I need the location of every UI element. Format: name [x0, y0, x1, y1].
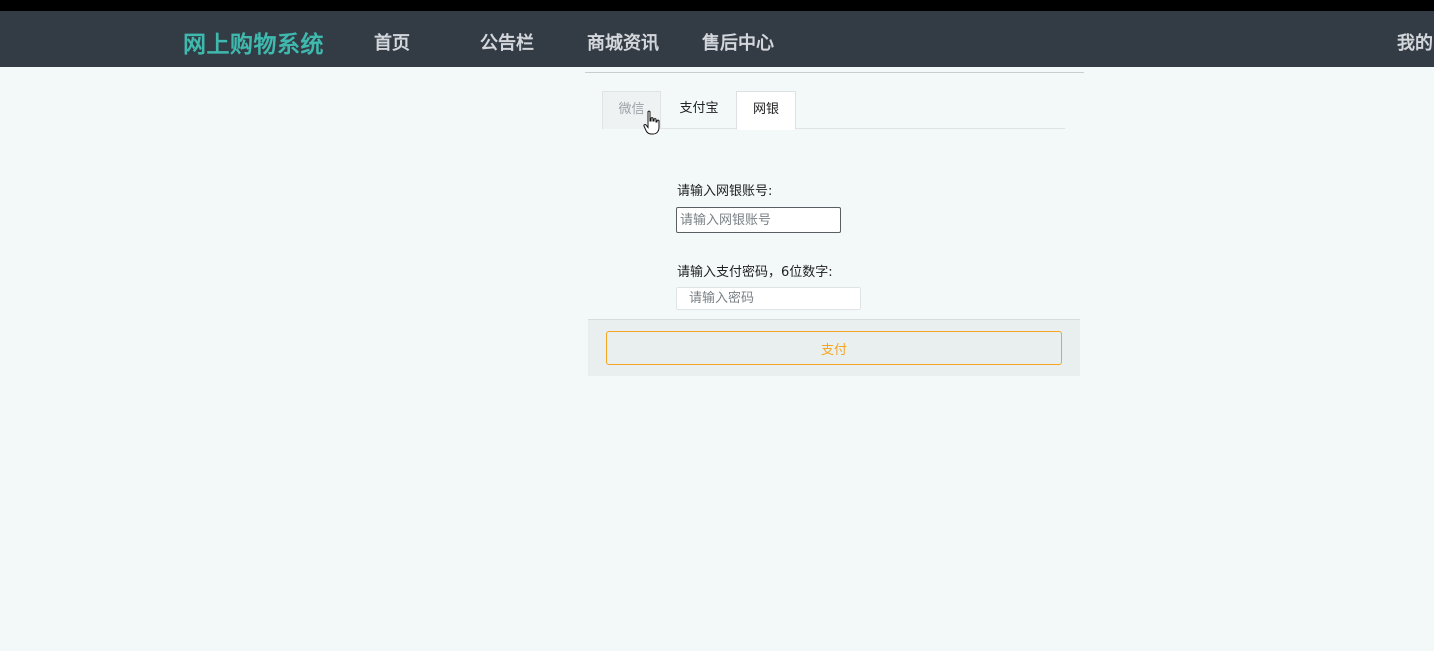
top-window-strip: [0, 0, 1434, 11]
nav-item-news[interactable]: 商城资讯: [587, 29, 659, 55]
bank-account-label: 请输入网银账号:: [677, 184, 773, 199]
pay-button[interactable]: 支付: [606, 331, 1062, 365]
bank-account-input[interactable]: [676, 207, 841, 233]
payment-tabs: 微信 支付宝 网银: [602, 91, 1065, 130]
payment-password-input[interactable]: [676, 287, 861, 310]
payment-password-label: 请输入支付密码，6位数字:: [677, 265, 833, 280]
nav-item-notice[interactable]: 公告栏: [480, 29, 534, 55]
site-brand[interactable]: 网上购物系统: [183, 25, 324, 59]
hand-cursor-icon: [643, 110, 660, 135]
tab-online-bank[interactable]: 网银: [736, 91, 796, 130]
tab-alipay[interactable]: 支付宝: [666, 91, 732, 129]
navbar: 网上购物系统 首页 公告栏 商城资讯 售后中心 我的: [0, 11, 1434, 67]
divider: [585, 72, 1084, 73]
nav-item-after-sales[interactable]: 售后中心: [702, 29, 774, 55]
nav-item-home[interactable]: 首页: [374, 29, 410, 55]
payment-footer: 支付: [588, 319, 1080, 376]
nav-item-mine[interactable]: 我的: [1397, 29, 1433, 55]
